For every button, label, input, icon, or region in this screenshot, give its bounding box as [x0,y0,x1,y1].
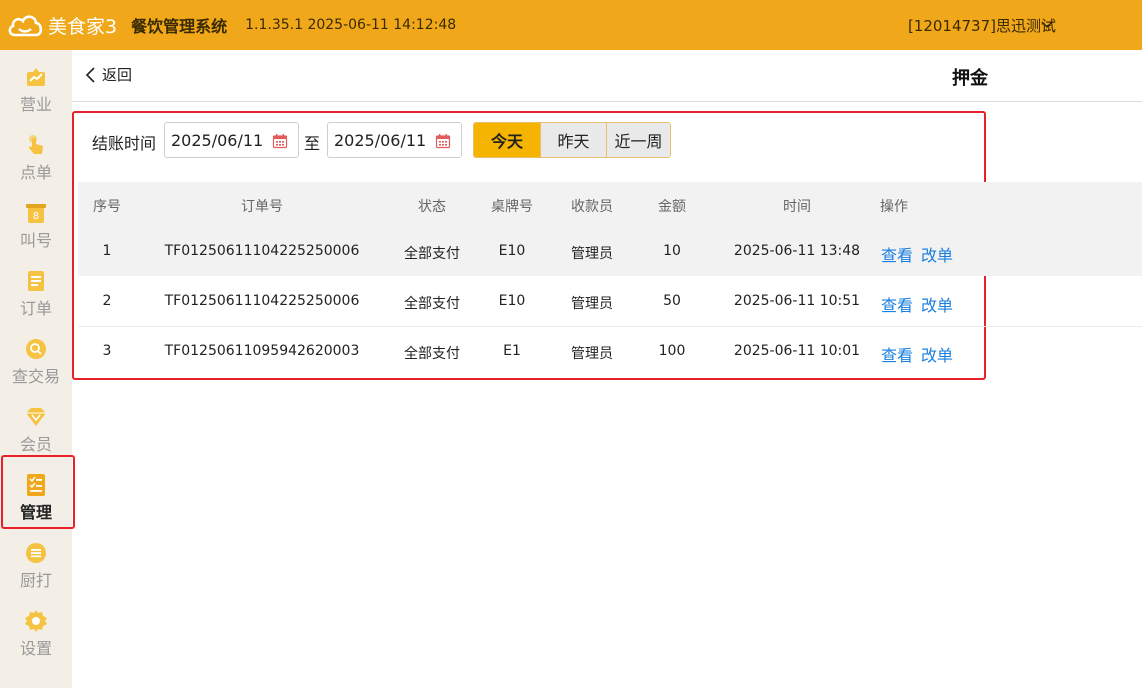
cell-no: 3 [102,343,112,359]
view-link[interactable]: 查看 [881,292,913,316]
sidebar-item-settings[interactable]: 设置 [0,600,72,668]
sidebar-item-label: 订单 [19,299,52,318]
sidebar-item-kitchen-print[interactable]: 厨打 [0,532,72,600]
number-icon: 8 [26,204,46,223]
cell-cashier: 管理员 [571,246,613,262]
sidebar-item-label: 点单 [19,163,52,182]
checkout-time-label: 结账时间 [92,134,157,153]
view-link[interactable]: 查看 [881,342,913,366]
quick-range-group: 今天 昨天 近一周 [473,122,671,158]
sidebar-item-label: 会员 [19,435,52,454]
column-header: 操作 [880,199,908,215]
cell-amount: 50 [663,293,681,309]
last-week-button[interactable]: 近一周 [606,123,670,157]
cell-cashier: 管理员 [571,296,613,312]
page-title: 押金 [952,68,988,89]
chevron-left-icon [85,66,95,83]
edit-order-link[interactable]: 改单 [921,342,953,366]
end-date-input[interactable]: 2025/06/11 [327,122,462,158]
top-bar: 美食家3 餐饮管理系统 1.1.35.1 2025-06-11 14:12:48… [0,0,1142,50]
sidebar-item-label: 厨打 [19,571,52,590]
view-link[interactable]: 查看 [881,242,913,266]
diamond-icon [26,408,46,426]
column-header: 序号 [93,199,121,215]
column-header: 收款员 [571,199,613,215]
sidebar-item-members[interactable]: 会员 [0,396,72,464]
cell-table-no: E10 [498,293,526,309]
header-divider [72,101,1142,102]
chevron-down-icon[interactable] [1040,18,1054,32]
row-divider [78,326,1142,327]
end-date-value: 2025/06/11 [334,130,427,150]
cell-no: 1 [102,243,112,259]
sidebar-item-label: 设置 [19,639,52,658]
sidebar-item-business[interactable]: 营业 [0,56,72,124]
back-label: 返回 [102,66,133,84]
date-separator: 至 [304,134,321,153]
cell-status: 全部支付 [404,296,460,312]
edit-order-link[interactable]: 改单 [921,242,953,266]
user-menu[interactable]: [12014737]思迅测试 [908,0,1056,50]
cell-amount: 100 [658,343,686,359]
cell-time: 2025-06-11 13:48 [733,243,861,259]
document-icon [28,271,44,291]
cell-order-no: TF01250611095942620003 [164,343,360,359]
start-date-input[interactable]: 2025/06/11 [164,122,299,158]
calendar-icon[interactable] [272,133,288,149]
start-date-value: 2025/06/11 [171,130,264,150]
cell-cashier: 管理员 [571,346,613,362]
app-version: 1.1.35.1 2025-06-11 14:12:48 [245,17,457,33]
edit-order-link[interactable]: 改单 [921,292,953,316]
logo-text: 美食家3 [48,15,118,38]
column-header: 时间 [783,199,811,215]
sidebar-item-order[interactable]: 点单 [0,124,72,192]
chart-icon [27,68,45,86]
cell-time: 2025-06-11 10:01 [733,343,861,359]
cell-amount: 10 [663,243,681,259]
cell-time: 2025-06-11 10:51 [733,293,861,309]
cloud-logo-icon [8,15,43,37]
yesterday-button[interactable]: 昨天 [540,123,606,157]
cell-order-no: TF01250611104225250006 [164,293,360,309]
app-name: 餐饮管理系统 [131,17,228,36]
cell-status: 全部支付 [404,346,460,362]
column-header: 状态 [418,199,446,215]
search-icon [26,339,46,359]
today-button[interactable]: 今天 [474,123,540,157]
logo: 美食家3 [6,12,117,39]
cell-table-no: E1 [503,343,521,359]
column-header: 订单号 [241,199,283,215]
svg-text:8: 8 [33,211,39,222]
hand-pointer-icon [29,135,43,154]
active-item-highlight [1,455,75,529]
gear-icon [25,610,47,632]
sidebar-item-label: 查交易 [11,367,60,386]
calendar-icon[interactable] [435,133,451,149]
cell-no: 2 [102,293,112,309]
cell-status: 全部支付 [404,246,460,262]
column-header: 金额 [658,199,686,215]
cell-table-no: E10 [498,243,526,259]
list-icon [26,543,46,563]
sidebar-item-label: 营业 [19,95,52,114]
cell-order-no: TF01250611104225250006 [164,243,360,259]
sidebar-item-label: 叫号 [19,231,52,250]
column-header: 桌牌号 [491,199,533,215]
sidebar-item-orders[interactable]: 订单 [0,260,72,328]
sidebar: 营业 点单 8 叫号 订单 查交易 会员 管理 厨打 设置 [0,50,72,688]
sidebar-item-transactions[interactable]: 查交易 [0,328,72,396]
sidebar-item-call-number[interactable]: 8 叫号 [0,192,72,260]
back-button[interactable]: 返回 [84,64,132,85]
user-name: [12014737]思迅测试 [907,16,1056,35]
